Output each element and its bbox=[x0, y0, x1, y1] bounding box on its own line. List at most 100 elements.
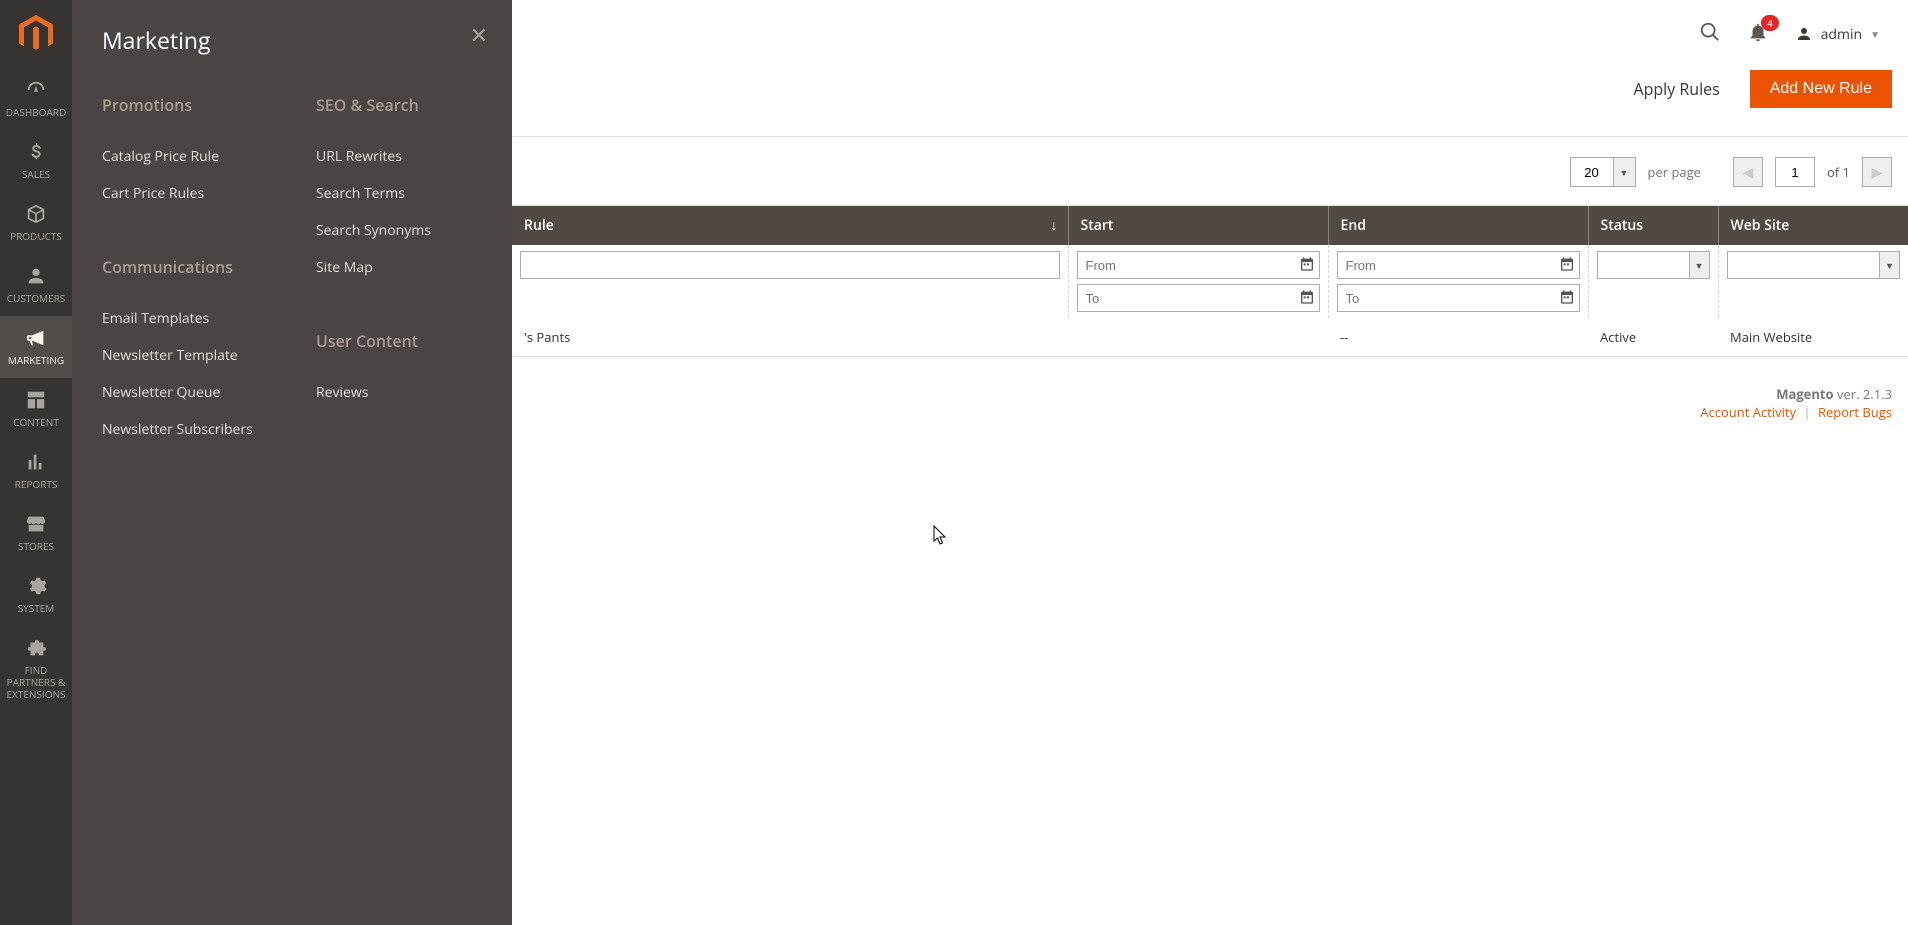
col-header-start[interactable]: Start bbox=[1068, 206, 1328, 245]
menu-url-rewrites[interactable]: URL Rewrites bbox=[316, 138, 482, 175]
grid-toolbar: ▼ per page ◀ of 1 ▶ bbox=[512, 137, 1908, 206]
group-seo-title: SEO & Search bbox=[316, 94, 482, 116]
table-row[interactable]: 's Pants -- Active Main Website bbox=[512, 318, 1908, 357]
menu-search-synonyms[interactable]: Search Synonyms bbox=[316, 212, 482, 249]
prev-page-button[interactable]: ◀ bbox=[1733, 157, 1763, 187]
sidebar-item-customers[interactable]: CUSTOMERS bbox=[0, 254, 72, 316]
next-page-button[interactable]: ▶ bbox=[1862, 157, 1892, 187]
menu-newsletter-queue[interactable]: Newsletter Queue bbox=[102, 374, 268, 411]
footer: Magento ver. 2.1.3 Account Activity | Re… bbox=[512, 357, 1908, 441]
topbar: 4 admin ▼ bbox=[512, 0, 1908, 68]
filter-start-to[interactable] bbox=[1077, 284, 1320, 312]
report-bugs-link[interactable]: Report Bugs bbox=[1818, 403, 1892, 421]
rules-grid: Rule↓ Start End Status Web Site bbox=[512, 206, 1908, 357]
page-of-label: of 1 bbox=[1827, 163, 1850, 181]
sidebar-item-label: CUSTOMERS bbox=[7, 292, 66, 304]
col-header-status[interactable]: Status bbox=[1588, 206, 1718, 245]
gauge-icon bbox=[25, 78, 47, 102]
puzzle-icon bbox=[25, 636, 47, 660]
group-user-content-title: User Content bbox=[316, 330, 482, 352]
megaphone-icon bbox=[25, 326, 47, 350]
cell-start bbox=[1068, 318, 1328, 357]
page-action-bar: Apply Rules Add New Rule bbox=[512, 68, 1908, 137]
col-header-rule[interactable]: Rule↓ bbox=[512, 206, 1068, 245]
menu-reviews[interactable]: Reviews bbox=[316, 374, 482, 411]
flyout-title: Marketing bbox=[102, 24, 482, 56]
chevron-down-icon: ▼ bbox=[1690, 251, 1710, 279]
filter-website-select[interactable] bbox=[1727, 251, 1881, 279]
sidebar-item-sales[interactable]: SALES bbox=[0, 130, 72, 192]
footer-brand: Magento bbox=[1776, 385, 1833, 403]
sidebar-item-system[interactable]: SYSTEM bbox=[0, 564, 72, 626]
close-icon[interactable]: ✕ bbox=[470, 20, 488, 50]
col-header-website[interactable]: Web Site bbox=[1718, 206, 1908, 245]
filter-end-from[interactable] bbox=[1337, 251, 1580, 279]
sidebar-item-label: REPORTS bbox=[15, 478, 58, 490]
sidebar-item-label: CONTENT bbox=[13, 416, 59, 428]
caret-down-icon: ▼ bbox=[1870, 27, 1880, 41]
sidebar-item-marketing[interactable]: MARKETING bbox=[0, 316, 72, 378]
magento-logo-icon bbox=[19, 15, 53, 53]
cell-end: -- bbox=[1328, 318, 1588, 357]
cell-website: Main Website bbox=[1718, 318, 1908, 357]
apply-rules-button[interactable]: Apply Rules bbox=[1615, 68, 1737, 110]
group-promotions-title: Promotions bbox=[102, 94, 268, 116]
sidebar-item-label: SALES bbox=[22, 168, 50, 180]
sidebar-item-label: MARKETING bbox=[8, 354, 64, 366]
sidebar-item-products[interactable]: PRODUCTS bbox=[0, 192, 72, 254]
sidebar-item-partners[interactable]: FIND PARTNERS & EXTENSIONS bbox=[0, 626, 72, 712]
box-icon bbox=[25, 202, 47, 226]
chevron-down-icon: ▼ bbox=[1880, 251, 1900, 279]
brand-logo[interactable] bbox=[0, 0, 72, 68]
sidebar-item-label: SYSTEM bbox=[18, 602, 55, 614]
calendar-icon[interactable] bbox=[1299, 256, 1315, 277]
user-icon bbox=[1795, 24, 1813, 44]
filter-status-select[interactable] bbox=[1597, 251, 1690, 279]
main-content: 4 admin ▼ Apply Rules Add New Rule ▼ per… bbox=[512, 0, 1908, 925]
per-page-dropdown[interactable]: ▼ bbox=[1614, 157, 1636, 187]
cell-rule: 's Pants bbox=[512, 318, 1068, 357]
add-new-rule-button[interactable]: Add New Rule bbox=[1750, 70, 1892, 108]
dollar-icon bbox=[25, 140, 47, 164]
menu-site-map[interactable]: Site Map bbox=[316, 249, 482, 286]
filter-end-to[interactable] bbox=[1337, 284, 1580, 312]
sidebar-item-label: DASHBOARD bbox=[6, 106, 66, 118]
search-icon[interactable] bbox=[1699, 21, 1721, 48]
menu-newsletter-subscribers[interactable]: Newsletter Subscribers bbox=[102, 411, 268, 448]
notification-badge: 4 bbox=[1761, 15, 1779, 31]
col-header-end[interactable]: End bbox=[1328, 206, 1588, 245]
footer-version: ver. 2.1.3 bbox=[1834, 385, 1892, 403]
filter-start-from[interactable] bbox=[1077, 251, 1320, 279]
sidebar-item-dashboard[interactable]: DASHBOARD bbox=[0, 68, 72, 130]
menu-email-templates[interactable]: Email Templates bbox=[102, 300, 268, 337]
admin-sidebar: DASHBOARD SALES PRODUCTS CUSTOMERS MARKE… bbox=[0, 0, 72, 925]
gear-icon bbox=[25, 574, 47, 598]
notifications-icon[interactable]: 4 bbox=[1747, 21, 1769, 48]
calendar-icon[interactable] bbox=[1559, 289, 1575, 310]
filter-rule-input[interactable] bbox=[520, 251, 1060, 279]
page-number-input[interactable] bbox=[1775, 157, 1815, 187]
sidebar-item-content[interactable]: CONTENT bbox=[0, 378, 72, 440]
admin-username: admin bbox=[1821, 25, 1862, 44]
group-communications-title: Communications bbox=[102, 256, 268, 278]
menu-catalog-price-rule[interactable]: Catalog Price Rule bbox=[102, 138, 268, 175]
person-icon bbox=[25, 264, 47, 288]
admin-account[interactable]: admin ▼ bbox=[1795, 24, 1880, 44]
cell-status: Active bbox=[1588, 318, 1718, 357]
sidebar-item-label: STORES bbox=[18, 540, 54, 552]
per-page-label: per page bbox=[1648, 163, 1701, 181]
menu-newsletter-template[interactable]: Newsletter Template bbox=[102, 337, 268, 374]
sidebar-item-reports[interactable]: REPORTS bbox=[0, 440, 72, 502]
bar-chart-icon bbox=[25, 450, 47, 474]
marketing-flyout: ✕ Marketing Promotions Catalog Price Rul… bbox=[72, 0, 512, 925]
sort-arrow-icon: ↓ bbox=[1051, 216, 1058, 235]
menu-cart-price-rules[interactable]: Cart Price Rules bbox=[102, 175, 268, 212]
sidebar-item-stores[interactable]: STORES bbox=[0, 502, 72, 564]
per-page-input[interactable] bbox=[1570, 157, 1614, 187]
account-activity-link[interactable]: Account Activity bbox=[1700, 403, 1796, 421]
menu-search-terms[interactable]: Search Terms bbox=[316, 175, 482, 212]
storefront-icon bbox=[25, 512, 47, 536]
calendar-icon[interactable] bbox=[1559, 256, 1575, 277]
sidebar-item-label: PRODUCTS bbox=[10, 230, 62, 242]
calendar-icon[interactable] bbox=[1299, 289, 1315, 310]
